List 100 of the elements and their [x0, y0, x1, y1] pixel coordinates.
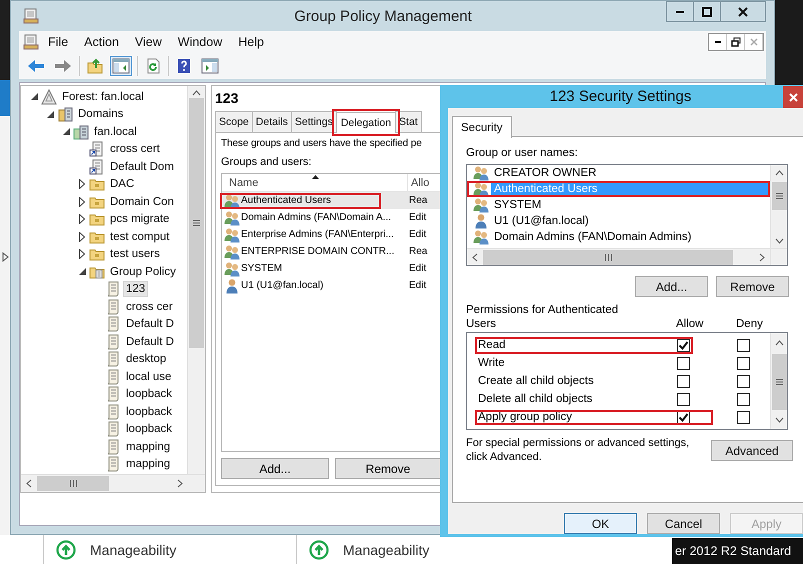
expand-arrow-icon[interactable]	[2, 252, 9, 262]
tab[interactable]: Security	[452, 116, 512, 138]
tree-item[interactable]: Forest: fan.local	[59, 88, 147, 105]
scrollbar-thumb[interactable]	[483, 250, 733, 264]
expand-arrow-icon[interactable]	[79, 179, 85, 190]
scrollbar-thumb[interactable]	[772, 182, 786, 210]
list-row[interactable]: U1 (U1@fan.local) Edit	[222, 277, 440, 294]
permission-cell: Edit	[409, 229, 426, 240]
document-shortcut-icon	[89, 141, 105, 158]
scrollbar-thumb[interactable]	[189, 98, 204, 348]
advanced-button[interactable]: Advanced	[711, 440, 793, 461]
tree-item[interactable]: desktop	[123, 351, 170, 368]
collapse-arrow-icon[interactable]	[78, 268, 86, 276]
tab[interactable]: Scope	[215, 111, 253, 132]
list-label: Groups and users:	[221, 156, 312, 170]
tree-item[interactable]: cross cert	[107, 141, 163, 158]
tree-item[interactable]: cross cer	[123, 298, 176, 315]
restore-button[interactable]	[727, 34, 745, 50]
selected-tile[interactable]	[0, 80, 10, 116]
collapse-arrow-icon[interactable]	[46, 110, 54, 118]
list-row[interactable]: Enterprise Admins (FAN\Enterpri... Edit	[222, 226, 440, 243]
remove-button[interactable]: Remove	[716, 276, 789, 297]
menu-item[interactable]: File	[41, 33, 76, 51]
scrollbar-thumb[interactable]	[772, 354, 786, 410]
tree-item[interactable]: loopback	[123, 386, 176, 402]
tree-item[interactable]: local use	[123, 368, 174, 385]
checkbox[interactable]	[737, 374, 750, 388]
expand-arrow-icon[interactable]	[79, 249, 85, 260]
tree-item[interactable]: 123	[123, 281, 148, 298]
console-tree-button[interactable]	[110, 56, 132, 76]
checkbox[interactable]	[737, 356, 750, 370]
checkbox[interactable]	[677, 356, 690, 370]
action-pane-button[interactable]	[199, 56, 221, 76]
tab[interactable]: Delegation	[336, 112, 396, 133]
expand-arrow-icon[interactable]	[79, 196, 85, 207]
collapse-arrow-icon[interactable]	[30, 93, 38, 100]
scroll-down-icon[interactable]	[774, 417, 784, 423]
tree-item[interactable]: Group Policy	[107, 264, 179, 280]
permission-cell: Rea	[409, 195, 428, 206]
close-button[interactable]	[720, 1, 766, 22]
tab[interactable]: Settings	[290, 111, 337, 132]
maximize-button[interactable]	[693, 1, 721, 22]
scroll-icon	[105, 351, 121, 368]
tree-item[interactable]: Default D	[123, 316, 177, 332]
dialog-button[interactable]: Cancel	[647, 513, 720, 534]
scroll-up-icon[interactable]	[192, 90, 201, 96]
list-row[interactable]: Domain Admins (FAN\Domain Admins)	[467, 229, 770, 245]
checkbox[interactable]	[677, 338, 690, 352]
grip-icon	[193, 220, 200, 226]
tree-item[interactable]: DAC	[107, 176, 138, 192]
tree-item[interactable]: Default Dom	[107, 158, 177, 175]
tree-item[interactable]: fan.local	[91, 124, 140, 140]
menu-item[interactable]: Window	[170, 33, 230, 51]
tree-item[interactable]: loopback	[123, 404, 176, 420]
tab[interactable]: Details	[252, 111, 292, 132]
name-cell: SYSTEM	[241, 263, 282, 274]
expand-arrow-icon[interactable]	[79, 214, 85, 224]
dialog-button[interactable]: OK	[564, 513, 637, 534]
users-icon	[224, 210, 240, 226]
list-row[interactable]: ENTERPRISE DOMAIN CONTR... Rea	[222, 243, 440, 260]
remove-button[interactable]: Remove	[335, 458, 440, 479]
menu-item[interactable]: Help	[231, 33, 271, 51]
add-button[interactable]: Add...	[635, 276, 708, 297]
tree-item[interactable]: test users	[107, 246, 163, 262]
expand-arrow-icon[interactable]	[79, 232, 85, 242]
up-folder-button[interactable]	[85, 56, 105, 76]
tree-item[interactable]: mapping	[123, 456, 174, 472]
users-icon	[224, 244, 240, 260]
minimize-button[interactable]	[666, 1, 694, 22]
list-row[interactable]: U1 (U1@fan.local)	[467, 213, 770, 229]
menu-item[interactable]: Action	[77, 33, 126, 51]
tree-item[interactable]: Domains	[75, 106, 126, 122]
tree-item[interactable]: test comput	[107, 228, 172, 245]
scroll-down-icon[interactable]	[774, 238, 784, 244]
tree-item[interactable]: loopback	[123, 421, 176, 438]
checkbox[interactable]	[677, 374, 690, 388]
scroll-icon	[105, 298, 121, 315]
checkbox[interactable]	[737, 338, 750, 352]
tree-item[interactable]: mapping	[123, 438, 174, 455]
column-header[interactable]: Name	[229, 176, 258, 188]
list-row[interactable]: CREATOR OWNER	[467, 165, 770, 181]
minimize-button[interactable]	[709, 34, 727, 50]
scrollbar-thumb[interactable]	[37, 476, 109, 491]
checkbox[interactable]	[737, 392, 750, 406]
tree-item[interactable]: pcs migrate	[107, 211, 172, 228]
menu-item[interactable]: View	[128, 33, 169, 51]
list-row[interactable]: SYSTEM	[467, 197, 770, 213]
tree-item[interactable]: Domain Con	[107, 194, 177, 210]
checkbox[interactable]	[677, 410, 690, 424]
scroll-icon	[105, 334, 121, 350]
scroll-up-icon[interactable]	[774, 170, 784, 176]
tree-item[interactable]: Default D	[123, 334, 177, 350]
collapse-arrow-icon[interactable]	[62, 128, 70, 136]
add-button[interactable]: Add...	[221, 458, 329, 479]
list-row[interactable]: SYSTEM Edit	[222, 260, 440, 277]
checkbox[interactable]	[737, 410, 750, 424]
list-row[interactable]: Domain Admins (FAN\Domain A... Edit	[222, 209, 440, 226]
scroll-up-icon[interactable]	[774, 340, 784, 346]
column-header[interactable]: Allo	[408, 176, 430, 188]
checkbox[interactable]	[677, 392, 690, 406]
